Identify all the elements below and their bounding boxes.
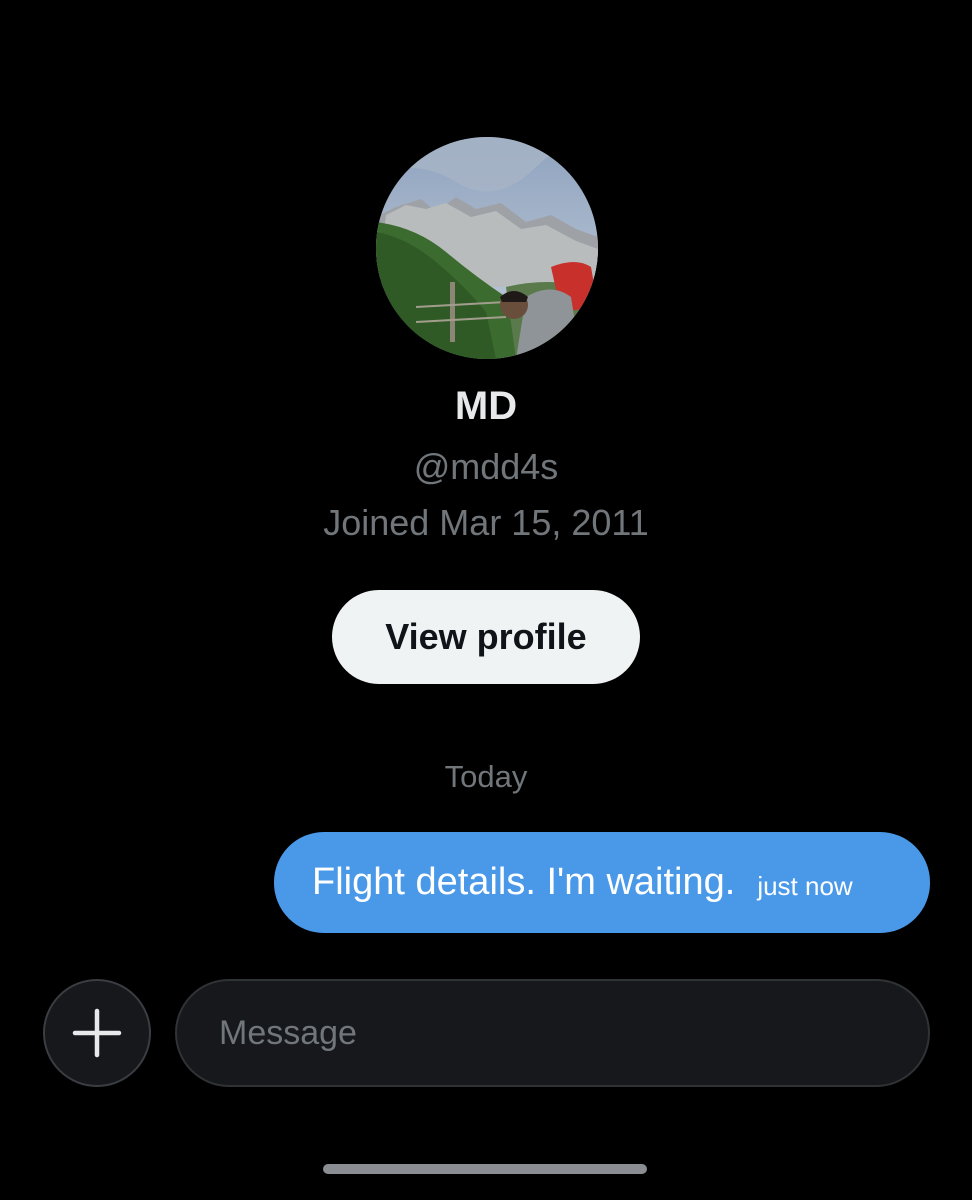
message-text: Flight details. I'm waiting. xyxy=(312,861,736,903)
message-input[interactable]: Message xyxy=(175,979,930,1087)
add-attachment-button[interactable] xyxy=(43,979,151,1087)
message-input-placeholder: Message xyxy=(219,1013,357,1052)
profile-handle: @mdd4s xyxy=(413,446,559,487)
home-indicator[interactable] xyxy=(323,1164,647,1174)
view-profile-button[interactable]: View profile xyxy=(332,590,640,684)
message-timestamp: just now xyxy=(757,871,853,901)
avatar[interactable] xyxy=(376,137,598,359)
profile-name: MD xyxy=(454,384,518,428)
joined-date: Joined Mar 15, 2011 xyxy=(323,502,649,543)
message-bubble[interactable]: Flight details. I'm waiting. just now xyxy=(274,832,930,933)
plus-icon xyxy=(72,1008,122,1058)
day-separator: Today xyxy=(444,759,528,794)
